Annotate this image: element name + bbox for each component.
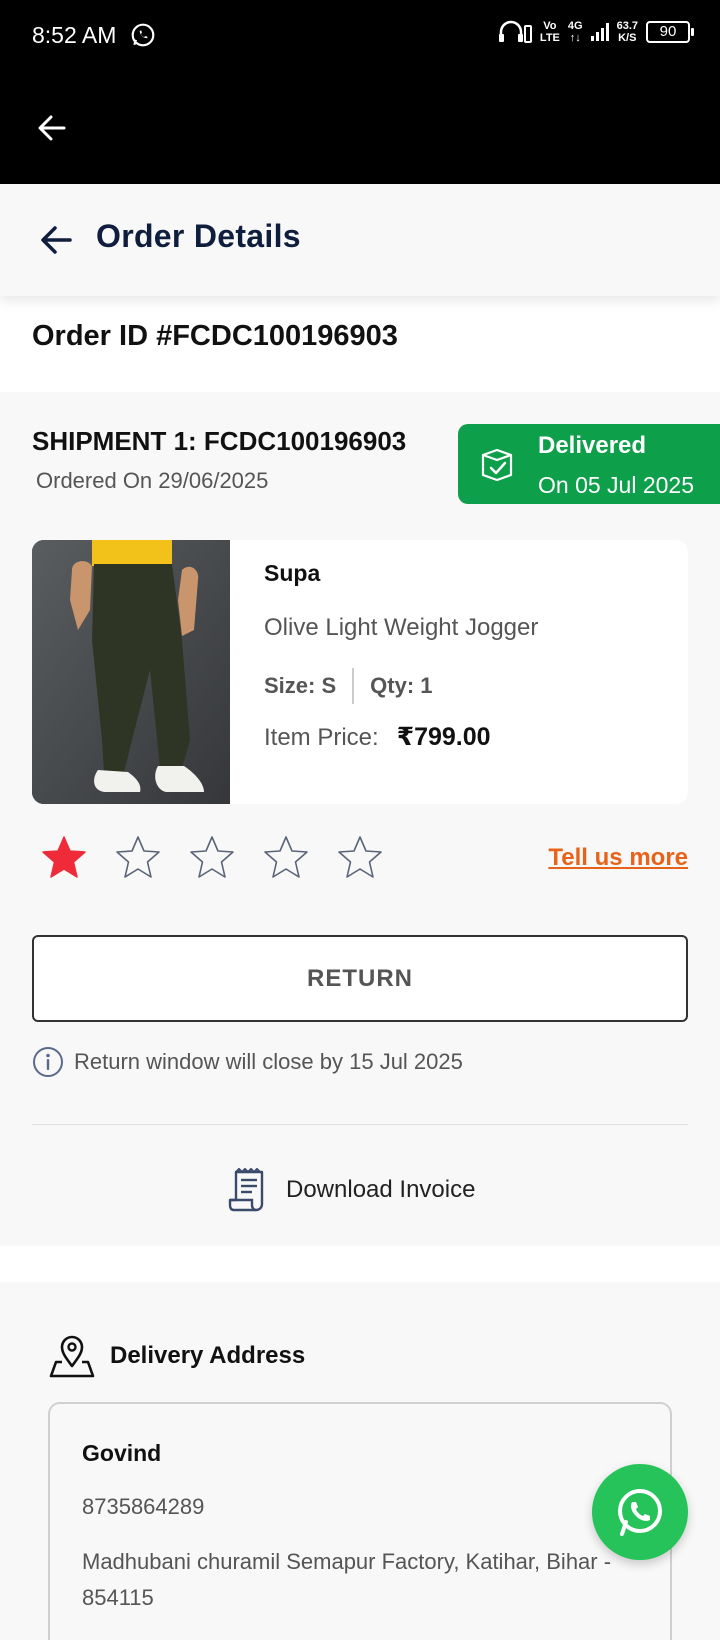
box-check-icon: [481, 448, 513, 482]
network-type: 4G ↑↓: [567, 20, 583, 44]
product-size: Size: S: [264, 673, 337, 698]
delivery-address-title: Delivery Address: [110, 1342, 306, 1369]
star-empty-icon[interactable]: [114, 834, 162, 882]
battery-icon: 90: [646, 21, 694, 43]
price-value: ₹799.00: [396, 723, 491, 751]
download-invoice-button[interactable]: Download Invoice: [228, 1168, 475, 1212]
shipment-section: SHIPMENT 1: FCDC100196903 Ordered On 29/…: [0, 392, 720, 1246]
download-invoice-label: Download Invoice: [286, 1176, 476, 1203]
product-name: Olive Light Weight Jogger: [264, 614, 539, 641]
star-rating: [40, 834, 384, 882]
page-title: Order Details: [96, 218, 301, 254]
divider: [32, 1124, 688, 1125]
delivery-address-section: Delivery Address Govind 8735864289 Madhu…: [0, 1282, 720, 1640]
return-window-note: Return window will close by 15 Jul 2025: [32, 1046, 463, 1078]
product-image[interactable]: [32, 540, 230, 804]
headphones-icon: [498, 20, 532, 43]
shipment-title: SHIPMENT 1: FCDC100196903: [32, 426, 407, 456]
status-time: 8:52 AM: [32, 22, 117, 48]
order-id: Order ID #FCDC100196903: [32, 320, 398, 352]
product-card[interactable]: Supa Olive Light Weight Jogger Size: S Q…: [32, 540, 688, 804]
whatsapp-chat-button[interactable]: [592, 1464, 688, 1560]
volte-indicator: Vo LTE: [539, 20, 560, 44]
star-empty-icon[interactable]: [336, 834, 384, 882]
price-label: Item Price:: [264, 724, 379, 751]
signal-icon: [590, 23, 609, 41]
tell-us-more-link[interactable]: Tell us more: [548, 844, 688, 872]
whatsapp-notification-icon: [131, 23, 155, 47]
recipient-phone: 8735864289: [82, 1494, 205, 1519]
delivery-address-header: Delivery Address: [48, 1332, 305, 1380]
status-icons: Vo LTE 4G ↑↓ 63.7 K/S 90: [498, 20, 694, 44]
delivery-status-badge: Delivered On 05 Jul 2025: [458, 424, 720, 504]
delivery-status: Delivered: [538, 432, 647, 459]
back-arrow-icon[interactable]: [38, 222, 74, 258]
status-bar: 8:52 AM Vo LTE 4G ↑↓ 63.7 K/S 90: [0, 0, 720, 184]
divider: [352, 668, 355, 704]
return-window-text: Return window will close by 15 Jul 2025: [74, 1049, 463, 1074]
receipt-icon: [228, 1168, 264, 1212]
star-empty-icon[interactable]: [262, 834, 310, 882]
network-speed: 63.7 K/S: [616, 20, 638, 44]
product-qty: Qty: 1: [370, 673, 433, 698]
recipient-name: Govind: [82, 1440, 162, 1466]
size-qty-row: Size: S Qty: 1: [264, 668, 433, 704]
app-header: Order Details: [0, 184, 720, 296]
star-empty-icon[interactable]: [188, 834, 236, 882]
address-card: Govind 8735864289 Madhubani churamil Sem…: [48, 1402, 672, 1640]
map-pin-icon: [49, 1335, 95, 1378]
delivery-date: On 05 Jul 2025: [538, 472, 695, 498]
product-brand: Supa: [264, 560, 321, 586]
star-filled-icon[interactable]: [40, 834, 88, 882]
return-button[interactable]: RETURN: [32, 935, 688, 1022]
system-back-arrow-icon[interactable]: [36, 112, 68, 144]
info-icon: [33, 1047, 63, 1077]
address-line: Madhubani churamil Semapur Factory, Kati…: [82, 1549, 612, 1610]
price-row: Item Price: ₹799.00: [264, 722, 491, 752]
whatsapp-icon: [618, 1489, 662, 1536]
ordered-on: Ordered On 29/06/2025: [36, 468, 269, 493]
